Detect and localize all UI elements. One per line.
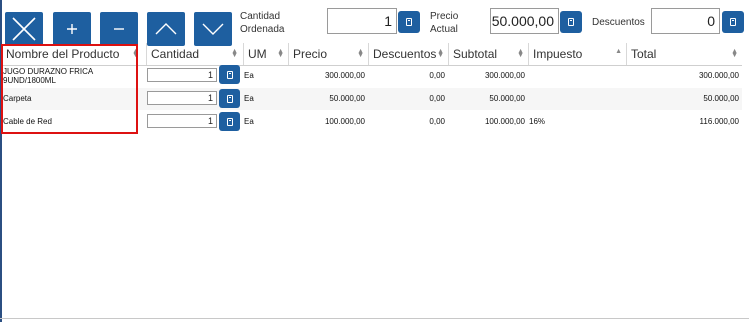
sort-icon: ▲ — [615, 48, 622, 55]
column-total[interactable]: Total ▲ ▼ — [626, 43, 742, 65]
row-calculator-button[interactable] — [219, 112, 240, 131]
price: 300.000,00 — [324, 71, 365, 80]
divider — [0, 318, 749, 319]
chevron-up-icon — [155, 23, 177, 35]
column-subtotal[interactable]: Subtotal ▲ ▼ — [448, 43, 528, 65]
close-icon — [12, 17, 36, 41]
current-price-input[interactable]: 50.000,00 — [490, 8, 559, 34]
discount: 0,00 — [429, 71, 445, 80]
tax: 16% — [529, 117, 546, 126]
price-calculator-button[interactable] — [560, 11, 582, 33]
discounts-input[interactable]: 0 — [651, 8, 720, 34]
move-down-button[interactable] — [194, 12, 232, 46]
row-calculator-button[interactable] — [219, 65, 240, 84]
column-discounts[interactable]: Descuentos ▲ ▼ — [368, 43, 448, 65]
row-quantity-input[interactable]: 1 — [147, 91, 217, 105]
minus-icon — [114, 28, 124, 30]
calculator-icon — [406, 18, 412, 26]
calculator-icon — [226, 117, 233, 126]
total: 50.000,00 — [703, 94, 739, 103]
price: 100.000,00 — [324, 117, 365, 126]
current-price-label: Precio Actual — [430, 11, 459, 35]
column-tax[interactable]: Impuesto ▲ — [528, 43, 626, 65]
price: 50.000,00 — [329, 94, 365, 103]
ordered-quantity-input[interactable]: 1 — [327, 8, 397, 34]
unit-of-measure: Ea — [244, 71, 254, 80]
product-name-highlight — [1, 44, 138, 134]
total: 116.000,00 — [699, 117, 739, 126]
sort-icon: ▲ ▼ — [277, 48, 284, 59]
row-calculator-button[interactable] — [219, 89, 240, 108]
column-um[interactable]: UM ▲ ▼ — [243, 43, 288, 65]
discount: 0,00 — [429, 94, 445, 103]
chevron-down-icon — [202, 23, 224, 35]
sort-icon: ▲ ▼ — [357, 48, 364, 59]
sort-icon: ▲ ▼ — [731, 48, 738, 59]
move-up-button[interactable] — [147, 12, 185, 46]
plus-icon — [67, 24, 77, 34]
column-price[interactable]: Precio ▲ ▼ — [288, 43, 368, 65]
sort-icon: ▲ ▼ — [517, 48, 524, 59]
row-quantity-input[interactable]: 1 — [147, 68, 217, 82]
subtotal: 100.000,00 — [484, 117, 525, 126]
quantity-calculator-button[interactable] — [398, 11, 420, 33]
calculator-icon — [730, 18, 736, 26]
column-quantity[interactable]: Cantidad ▲ ▼ — [146, 43, 242, 65]
calculator-icon — [568, 18, 574, 26]
delete-line-button[interactable] — [5, 12, 43, 46]
row-quantity-input[interactable]: 1 — [147, 114, 217, 128]
subtotal: 50.000,00 — [489, 94, 525, 103]
calculator-icon — [226, 70, 233, 79]
subtotal: 300.000,00 — [484, 71, 525, 80]
total: 300.000,00 — [698, 71, 739, 80]
discount: 0,00 — [429, 117, 445, 126]
unit-of-measure: Ea — [244, 117, 254, 126]
sort-icon: ▲ ▼ — [231, 48, 238, 59]
sort-icon: ▲ ▼ — [437, 48, 444, 59]
ordered-quantity-label: Cantidad Ordenada — [240, 11, 285, 35]
discounts-label: Descuentos — [592, 17, 645, 28]
add-quantity-button[interactable] — [53, 12, 91, 46]
discount-calculator-button[interactable] — [722, 11, 744, 33]
unit-of-measure: Ea — [244, 94, 254, 103]
subtract-quantity-button[interactable] — [100, 12, 138, 46]
calculator-icon — [226, 94, 233, 103]
